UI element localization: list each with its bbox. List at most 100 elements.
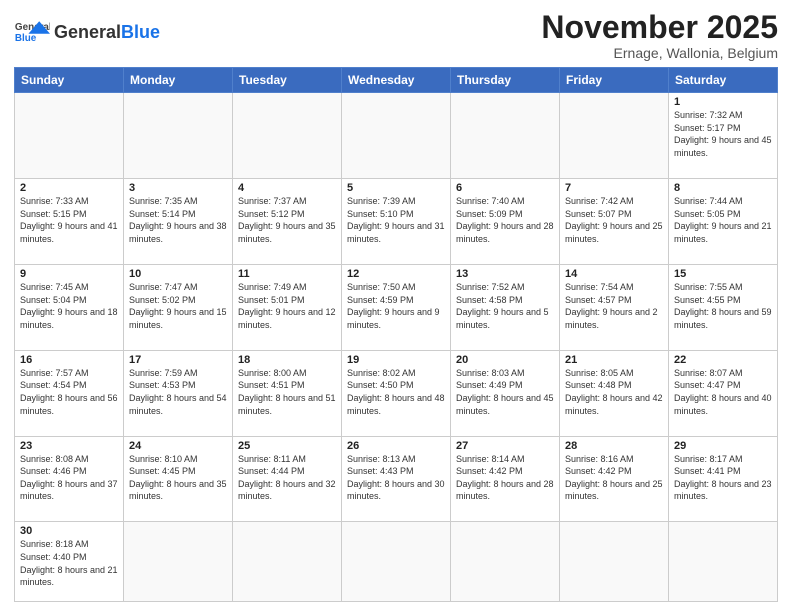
day-info: Sunrise: 8:17 AM Sunset: 4:41 PM Dayligh…: [674, 453, 772, 503]
calendar-cell: 18Sunrise: 8:00 AM Sunset: 4:51 PM Dayli…: [233, 350, 342, 436]
day-number: 28: [565, 440, 663, 452]
day-number: 18: [238, 354, 336, 366]
location: Ernage, Wallonia, Belgium: [541, 45, 778, 61]
day-info: Sunrise: 8:11 AM Sunset: 4:44 PM Dayligh…: [238, 453, 336, 503]
calendar-week-row: 9Sunrise: 7:45 AM Sunset: 5:04 PM Daylig…: [15, 264, 778, 350]
calendar-cell: 29Sunrise: 8:17 AM Sunset: 4:41 PM Dayli…: [669, 436, 778, 522]
day-info: Sunrise: 8:08 AM Sunset: 4:46 PM Dayligh…: [20, 453, 118, 503]
calendar-week-row: 16Sunrise: 7:57 AM Sunset: 4:54 PM Dayli…: [15, 350, 778, 436]
day-info: Sunrise: 8:00 AM Sunset: 4:51 PM Dayligh…: [238, 367, 336, 417]
calendar-cell: 21Sunrise: 8:05 AM Sunset: 4:48 PM Dayli…: [560, 350, 669, 436]
day-info: Sunrise: 8:07 AM Sunset: 4:47 PM Dayligh…: [674, 367, 772, 417]
calendar-cell: 24Sunrise: 8:10 AM Sunset: 4:45 PM Dayli…: [124, 436, 233, 522]
calendar-cell: [451, 93, 560, 179]
day-number: 16: [20, 354, 118, 366]
calendar-table: Sunday Monday Tuesday Wednesday Thursday…: [14, 67, 778, 602]
col-sunday: Sunday: [15, 68, 124, 93]
calendar-cell: 27Sunrise: 8:14 AM Sunset: 4:42 PM Dayli…: [451, 436, 560, 522]
day-info: Sunrise: 7:35 AM Sunset: 5:14 PM Dayligh…: [129, 195, 227, 245]
calendar-cell: 8Sunrise: 7:44 AM Sunset: 5:05 PM Daylig…: [669, 179, 778, 265]
day-info: Sunrise: 8:03 AM Sunset: 4:49 PM Dayligh…: [456, 367, 554, 417]
calendar-cell: 16Sunrise: 7:57 AM Sunset: 4:54 PM Dayli…: [15, 350, 124, 436]
day-info: Sunrise: 7:44 AM Sunset: 5:05 PM Dayligh…: [674, 195, 772, 245]
day-number: 25: [238, 440, 336, 452]
day-number: 17: [129, 354, 227, 366]
day-info: Sunrise: 8:10 AM Sunset: 4:45 PM Dayligh…: [129, 453, 227, 503]
day-number: 10: [129, 268, 227, 280]
calendar-cell: 20Sunrise: 8:03 AM Sunset: 4:49 PM Dayli…: [451, 350, 560, 436]
calendar-cell: 26Sunrise: 8:13 AM Sunset: 4:43 PM Dayli…: [342, 436, 451, 522]
logo-text: GeneralBlue: [54, 23, 160, 41]
calendar-cell: [124, 522, 233, 602]
day-number: 3: [129, 182, 227, 194]
calendar-header-row: Sunday Monday Tuesday Wednesday Thursday…: [15, 68, 778, 93]
day-info: Sunrise: 7:52 AM Sunset: 4:58 PM Dayligh…: [456, 281, 554, 331]
calendar-cell: 28Sunrise: 8:16 AM Sunset: 4:42 PM Dayli…: [560, 436, 669, 522]
calendar-week-row: 1Sunrise: 7:32 AM Sunset: 5:17 PM Daylig…: [15, 93, 778, 179]
calendar-cell: 6Sunrise: 7:40 AM Sunset: 5:09 PM Daylig…: [451, 179, 560, 265]
calendar-week-row: 2Sunrise: 7:33 AM Sunset: 5:15 PM Daylig…: [15, 179, 778, 265]
day-number: 27: [456, 440, 554, 452]
day-info: Sunrise: 8:14 AM Sunset: 4:42 PM Dayligh…: [456, 453, 554, 503]
day-number: 7: [565, 182, 663, 194]
calendar-cell: [15, 93, 124, 179]
col-thursday: Thursday: [451, 68, 560, 93]
day-info: Sunrise: 7:54 AM Sunset: 4:57 PM Dayligh…: [565, 281, 663, 331]
day-info: Sunrise: 7:39 AM Sunset: 5:10 PM Dayligh…: [347, 195, 445, 245]
calendar-cell: 15Sunrise: 7:55 AM Sunset: 4:55 PM Dayli…: [669, 264, 778, 350]
day-info: Sunrise: 8:18 AM Sunset: 4:40 PM Dayligh…: [20, 538, 118, 588]
day-number: 2: [20, 182, 118, 194]
day-number: 14: [565, 268, 663, 280]
calendar-cell: 5Sunrise: 7:39 AM Sunset: 5:10 PM Daylig…: [342, 179, 451, 265]
calendar-cell: [342, 522, 451, 602]
calendar-cell: 2Sunrise: 7:33 AM Sunset: 5:15 PM Daylig…: [15, 179, 124, 265]
page: General Blue GeneralBlue November 2025 E…: [0, 0, 792, 612]
day-number: 23: [20, 440, 118, 452]
logo: General Blue GeneralBlue: [14, 14, 160, 50]
col-tuesday: Tuesday: [233, 68, 342, 93]
calendar-cell: 12Sunrise: 7:50 AM Sunset: 4:59 PM Dayli…: [342, 264, 451, 350]
calendar-cell: [669, 522, 778, 602]
calendar-cell: 11Sunrise: 7:49 AM Sunset: 5:01 PM Dayli…: [233, 264, 342, 350]
calendar-cell: [233, 522, 342, 602]
day-info: Sunrise: 8:02 AM Sunset: 4:50 PM Dayligh…: [347, 367, 445, 417]
calendar-cell: [560, 93, 669, 179]
day-number: 21: [565, 354, 663, 366]
calendar-cell: [233, 93, 342, 179]
calendar-cell: [451, 522, 560, 602]
day-number: 19: [347, 354, 445, 366]
logo-general: General: [54, 22, 121, 42]
day-info: Sunrise: 8:16 AM Sunset: 4:42 PM Dayligh…: [565, 453, 663, 503]
calendar-cell: 22Sunrise: 8:07 AM Sunset: 4:47 PM Dayli…: [669, 350, 778, 436]
calendar-cell: [560, 522, 669, 602]
header: General Blue GeneralBlue November 2025 E…: [14, 10, 778, 61]
day-number: 26: [347, 440, 445, 452]
day-number: 24: [129, 440, 227, 452]
day-info: Sunrise: 7:55 AM Sunset: 4:55 PM Dayligh…: [674, 281, 772, 331]
calendar-cell: 25Sunrise: 8:11 AM Sunset: 4:44 PM Dayli…: [233, 436, 342, 522]
calendar-week-row: 30Sunrise: 8:18 AM Sunset: 4:40 PM Dayli…: [15, 522, 778, 602]
month-title: November 2025: [541, 10, 778, 45]
col-wednesday: Wednesday: [342, 68, 451, 93]
calendar-cell: 23Sunrise: 8:08 AM Sunset: 4:46 PM Dayli…: [15, 436, 124, 522]
calendar-cell: 17Sunrise: 7:59 AM Sunset: 4:53 PM Dayli…: [124, 350, 233, 436]
day-number: 6: [456, 182, 554, 194]
calendar-cell: 30Sunrise: 8:18 AM Sunset: 4:40 PM Dayli…: [15, 522, 124, 602]
logo-icon: General Blue: [14, 14, 50, 50]
day-info: Sunrise: 7:40 AM Sunset: 5:09 PM Dayligh…: [456, 195, 554, 245]
calendar-cell: 19Sunrise: 8:02 AM Sunset: 4:50 PM Dayli…: [342, 350, 451, 436]
calendar-cell: 1Sunrise: 7:32 AM Sunset: 5:17 PM Daylig…: [669, 93, 778, 179]
day-number: 20: [456, 354, 554, 366]
col-saturday: Saturday: [669, 68, 778, 93]
day-info: Sunrise: 7:45 AM Sunset: 5:04 PM Dayligh…: [20, 281, 118, 331]
day-number: 11: [238, 268, 336, 280]
svg-text:Blue: Blue: [15, 33, 37, 44]
calendar-cell: 4Sunrise: 7:37 AM Sunset: 5:12 PM Daylig…: [233, 179, 342, 265]
day-number: 8: [674, 182, 772, 194]
title-block: November 2025 Ernage, Wallonia, Belgium: [541, 10, 778, 61]
calendar-cell: [124, 93, 233, 179]
day-number: 15: [674, 268, 772, 280]
calendar-cell: 13Sunrise: 7:52 AM Sunset: 4:58 PM Dayli…: [451, 264, 560, 350]
day-info: Sunrise: 7:50 AM Sunset: 4:59 PM Dayligh…: [347, 281, 445, 331]
calendar-cell: 10Sunrise: 7:47 AM Sunset: 5:02 PM Dayli…: [124, 264, 233, 350]
